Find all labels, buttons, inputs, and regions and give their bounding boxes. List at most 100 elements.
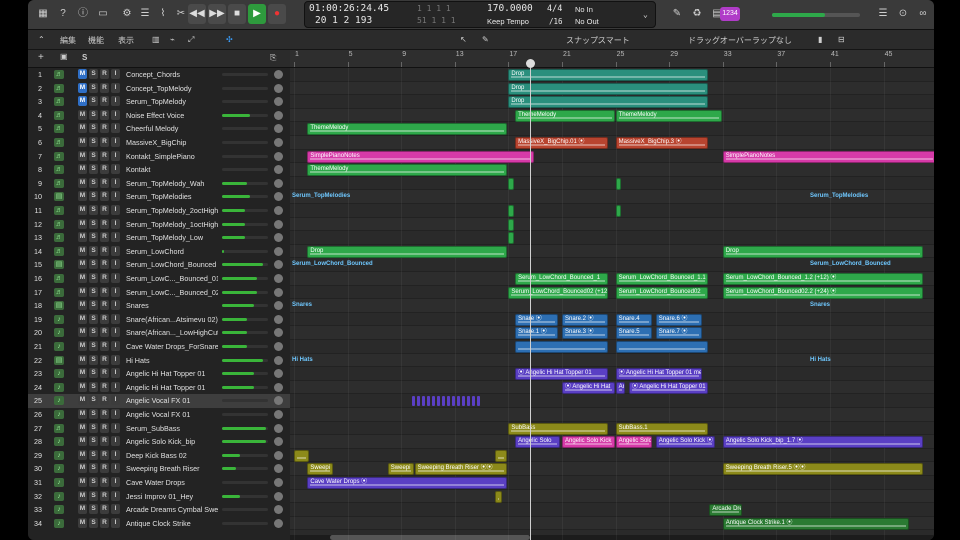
mute-button[interactable]: M <box>78 341 87 351</box>
mute-button[interactable]: M <box>78 381 87 392</box>
track-volume-slider[interactable] <box>222 304 268 308</box>
solo-button[interactable]: S <box>89 504 98 515</box>
track-header[interactable]: 31 ♪ M S R I Cave Water Drops <box>28 476 290 490</box>
track-volume-slider[interactable] <box>222 494 268 498</box>
track-name[interactable]: Snare(African...Atsimevu 02) <box>126 315 218 324</box>
solo-button[interactable]: S <box>89 123 98 134</box>
track-name[interactable]: Kontakt <box>126 165 218 174</box>
track-pan-knob[interactable] <box>274 314 283 324</box>
track-name[interactable]: Cave Water Drops_ForSnare <box>126 342 218 351</box>
input-monitor-button[interactable]: I <box>111 69 120 79</box>
mini-region[interactable] <box>417 396 420 407</box>
region[interactable]: An <box>615 381 626 394</box>
menu-functions[interactable]: 機能 <box>88 35 104 46</box>
playhead-marker-icon[interactable] <box>526 59 535 68</box>
search-icon[interactable]: ⊙ <box>894 6 912 22</box>
track-header[interactable]: 4 ♬ M S R I Noise Effect Voice <box>28 109 290 123</box>
track-pan-knob[interactable] <box>274 97 283 107</box>
solo-button[interactable]: S <box>89 109 98 120</box>
flex-view-icon[interactable]: ▥ <box>152 35 160 44</box>
track-pan-knob[interactable] <box>274 505 283 515</box>
track-pan-knob[interactable] <box>274 206 283 215</box>
track-header[interactable]: 22 ▤ M S R I Hi Hats <box>28 354 290 368</box>
region[interactable]: ⦿ Angelic Hi Hat Topper 01 merg <box>615 368 702 381</box>
mute-button[interactable]: M <box>78 409 87 419</box>
mute-button[interactable]: M <box>78 218 87 229</box>
menu-view[interactable]: 表示 <box>118 35 134 46</box>
mute-button[interactable]: M <box>78 449 87 460</box>
track-pan-knob[interactable] <box>274 410 283 419</box>
solo-button[interactable]: S <box>89 245 98 256</box>
solo-button[interactable]: S <box>89 164 98 175</box>
solo-button[interactable]: S <box>89 273 98 283</box>
track-volume-slider[interactable] <box>222 440 268 444</box>
region[interactable]: SubBass.1 <box>615 422 709 435</box>
input-monitor-button[interactable]: I <box>111 436 120 447</box>
track-header[interactable]: 25 ♪ M S R I Angelic Vocal FX 01 <box>28 394 290 408</box>
record-enable-button[interactable]: R <box>100 177 109 188</box>
region[interactable]: Angelic Solo Kick <box>562 436 615 449</box>
region[interactable]: SimplePianoNotes <box>307 150 535 163</box>
input-monitor-button[interactable]: I <box>111 150 120 161</box>
region[interactable]: Drop <box>508 96 709 109</box>
mute-button[interactable]: M <box>78 96 87 107</box>
track-pan-knob[interactable] <box>274 219 283 229</box>
record-enable-button[interactable]: R <box>100 463 109 474</box>
input-monitor-button[interactable]: I <box>111 341 120 351</box>
track-header[interactable]: 24 ♪ M S R I Angelic Hi Hat Topper 01 <box>28 381 290 395</box>
record-enable-button[interactable]: R <box>100 477 109 487</box>
input-monitor-button[interactable]: I <box>111 517 120 528</box>
track-header[interactable]: 19 ♪ M S R I Snare(African...Atsimevu 02) <box>28 313 290 327</box>
region[interactable]: Cave Water Drops ⦿ <box>307 477 508 489</box>
record-enable-button[interactable]: R <box>100 490 109 501</box>
region[interactable]: ⦿ Angelic Hi Hat Topper 01 <box>629 381 709 394</box>
track-pan-knob[interactable] <box>274 178 283 188</box>
lcd-dropdown-icon[interactable]: ⌄ <box>643 10 648 19</box>
info-icon[interactable]: ⓘ <box>74 6 92 22</box>
region[interactable]: ThemeMelody <box>307 123 508 136</box>
mute-button[interactable]: M <box>78 205 87 215</box>
fast-forward-button[interactable]: ▶▶ <box>208 4 226 24</box>
region[interactable]: Sweepi <box>387 463 414 476</box>
catch-playhead-icon[interactable]: ⎘ <box>270 53 276 63</box>
mute-button[interactable]: M <box>78 300 87 311</box>
track-lane[interactable] <box>290 353 934 368</box>
region[interactable]: SimplePianoNotes <box>722 150 934 163</box>
track-name[interactable]: Angelic Hi Hat Topper 01 <box>126 383 218 392</box>
track-name[interactable]: Jessi Improv 01_Hey <box>126 492 218 501</box>
region[interactable]: Drop <box>508 82 709 95</box>
track-name[interactable]: Sweeping Breath Riser <box>126 464 218 473</box>
record-enable-button[interactable]: R <box>100 96 109 107</box>
input-monitor-button[interactable]: I <box>111 354 120 365</box>
track-name[interactable]: Serum_TopMelody_1octHigh <box>126 220 218 229</box>
track-header[interactable]: 7 ♬ M S R I Kontakt_SimplePiano <box>28 150 290 164</box>
solo-button[interactable]: S <box>89 381 98 392</box>
input-monitor-button[interactable]: I <box>111 477 120 487</box>
playhead[interactable] <box>530 68 531 540</box>
track-pan-knob[interactable] <box>274 287 283 297</box>
mini-region[interactable] <box>427 396 430 407</box>
mute-button[interactable]: M <box>78 245 87 256</box>
waveform-zoom-icon[interactable]: ▮ <box>818 35 822 44</box>
mute-button[interactable]: M <box>78 123 87 134</box>
mute-button[interactable]: M <box>78 164 87 175</box>
track-name[interactable]: Concept_TopMelody <box>126 84 218 93</box>
track-name[interactable]: Snares <box>126 301 218 310</box>
mute-button[interactable]: M <box>78 286 87 297</box>
add-track-button[interactable]: + <box>38 52 44 63</box>
track-volume-slider[interactable] <box>222 290 268 294</box>
record-enable-button[interactable]: R <box>100 354 109 365</box>
region[interactable] <box>495 490 503 503</box>
mute-button[interactable]: M <box>78 150 87 161</box>
solo-button[interactable]: S <box>89 259 98 270</box>
track-volume-slider[interactable] <box>222 222 268 226</box>
library-icon[interactable]: ▦ <box>34 6 52 22</box>
play-button[interactable]: ▶ <box>248 4 266 24</box>
apple-loops-icon[interactable]: ♻ <box>688 6 706 22</box>
track-volume-slider[interactable] <box>222 263 268 267</box>
track-pan-knob[interactable] <box>274 423 283 433</box>
mixer-icon[interactable]: ⚙ <box>118 6 136 22</box>
region[interactable]: Drop <box>508 69 709 81</box>
track-pan-knob[interactable] <box>274 369 283 379</box>
track-pan-knob[interactable] <box>274 274 283 283</box>
